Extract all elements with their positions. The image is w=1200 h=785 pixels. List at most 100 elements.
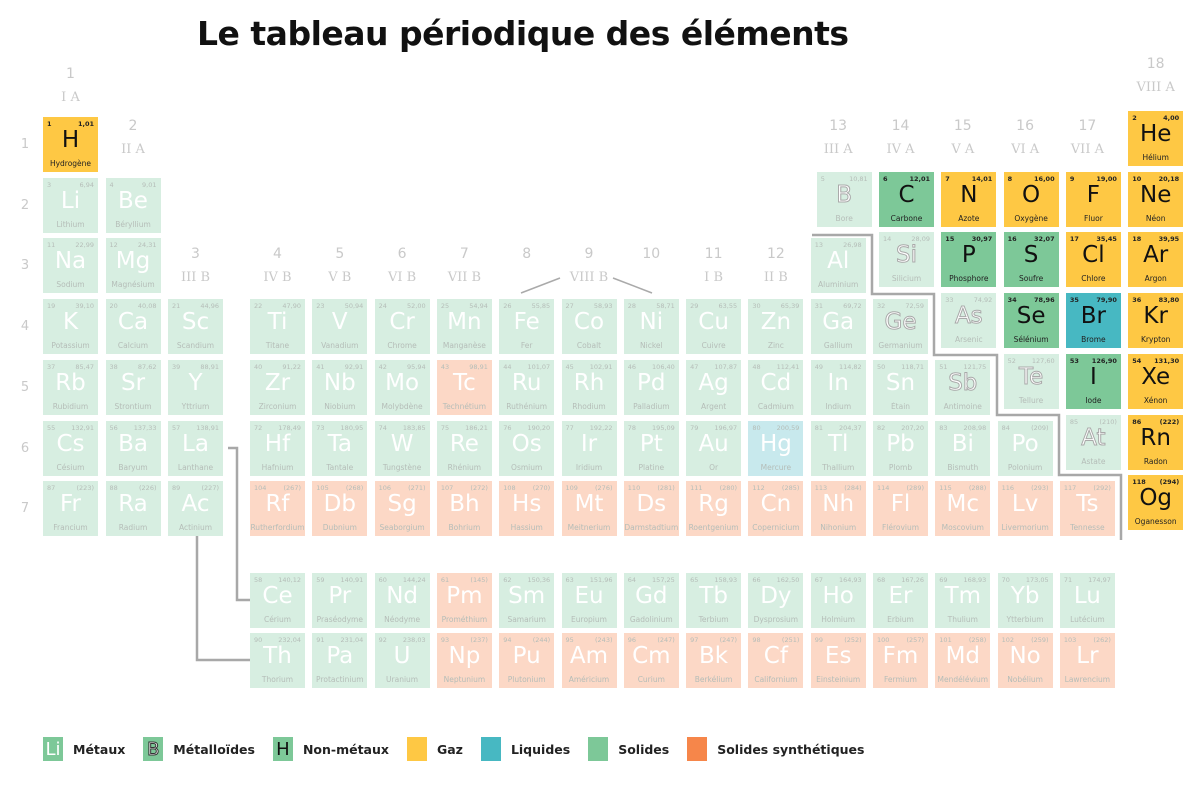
element-cell-ac[interactable]: 89 (227) Ac Actinium (168, 481, 223, 537)
element-cell-b[interactable]: 5 10,81 B Bore (816, 171, 872, 227)
element-cell-np[interactable]: 93 (237) Np Neptunium (436, 633, 492, 688)
element-cell-ti[interactable]: 22 47,90 Ti Titane (250, 299, 305, 355)
element-cell-sr[interactable]: 38 87,62 Sr Strontium (105, 359, 161, 415)
element-cell-hg[interactable]: 80 200,59 Hg Mercure (748, 420, 804, 476)
element-cell-rb[interactable]: 37 85,47 Rb Rubidium (43, 359, 98, 415)
element-cell-h[interactable]: 1 1,01 H Hydrogène (43, 117, 98, 172)
element-cell-pa[interactable]: 91 231,04 Pa Protactinium (312, 633, 368, 688)
element-cell-se[interactable]: 34 78,96 Se Sélénium (1003, 293, 1059, 349)
element-cell-re[interactable]: 75 186,21 Re Rhénium (436, 420, 492, 476)
element-cell-rn[interactable]: 86 (222) Rn Radon (1128, 414, 1184, 470)
element-cell-be[interactable]: 4 9,01 Be Béryllium (105, 177, 161, 233)
element-cell-cd[interactable]: 48 112,41 Cd Cadmium (748, 359, 804, 415)
element-cell-p[interactable]: 15 30,97 P Phosphore (941, 232, 997, 288)
element-cell-rh[interactable]: 45 102,91 Rh Rhodium (561, 359, 617, 415)
element-cell-na[interactable]: 11 22,99 Na Sodium (43, 238, 98, 294)
element-cell-cr[interactable]: 24 52,00 Cr Chrome (374, 299, 430, 355)
element-cell-ir[interactable]: 77 192,22 Ir Iridium (561, 420, 617, 476)
element-cell-th[interactable]: 90 232,04 Th Thorium (250, 633, 305, 688)
element-cell-s[interactable]: 16 32,07 S Soufre (1003, 232, 1059, 288)
element-cell-cf[interactable]: 98 (251) Cf Californium (748, 633, 804, 688)
element-cell-xe[interactable]: 54 131,30 Xe Xénon (1128, 353, 1184, 409)
element-cell-es[interactable]: 99 (252) Es Einsteinium (810, 633, 866, 688)
element-cell-rf[interactable]: 104 (267) Rf Rutherfordium (250, 481, 305, 537)
element-cell-al[interactable]: 13 26,98 Al Aluminium (810, 238, 866, 294)
element-cell-zr[interactable]: 40 91,22 Zr Zirconium (250, 359, 305, 415)
element-cell-md[interactable]: 101 (258) Md Mendélévium (935, 633, 991, 688)
element-cell-ra[interactable]: 88 (226) Ra Radium (105, 481, 161, 537)
element-cell-cm[interactable]: 96 (247) Cm Curium (623, 633, 679, 688)
element-cell-dy[interactable]: 66 162,50 Dy Dysprosium (748, 573, 804, 628)
element-cell-mo[interactable]: 42 95,94 Mo Molybdène (374, 359, 430, 415)
element-cell-fl[interactable]: 114 (289) Fl Flérovium (873, 481, 928, 537)
element-cell-hf[interactable]: 72 178,49 Hf Hafnium (250, 420, 305, 476)
element-cell-hs[interactable]: 108 (270) Hs Hassium (499, 481, 555, 537)
element-cell-bh[interactable]: 107 (272) Bh Bohrium (436, 481, 492, 537)
element-cell-i[interactable]: 53 126,90 I Iode (1065, 353, 1121, 409)
element-cell-pr[interactable]: 59 140,91 Pr Praséodyme (312, 573, 368, 628)
element-cell-ar[interactable]: 18 39,95 Ar Argon (1128, 232, 1184, 288)
element-cell-gd[interactable]: 64 157,25 Gd Gadolinium (623, 573, 679, 628)
element-cell-yb[interactable]: 70 173,05 Yb Ytterbium (997, 573, 1053, 628)
element-cell-cn[interactable]: 112 (285) Cn Copernicium (748, 481, 804, 537)
element-cell-cl[interactable]: 17 35,45 Cl Chlore (1065, 232, 1121, 288)
element-cell-w[interactable]: 74 183,85 W Tungstène (374, 420, 430, 476)
element-cell-as[interactable]: 33 74,92 As Arsenic (941, 293, 997, 349)
element-cell-ni[interactable]: 28 58,71 Ni Nickel (623, 299, 679, 355)
element-cell-pm[interactable]: 61 (145) Pm Prométhium (436, 573, 492, 628)
element-cell-ce[interactable]: 58 140,12 Ce Cérium (250, 573, 305, 628)
element-cell-tm[interactable]: 69 168,93 Tm Thulium (935, 573, 991, 628)
element-cell-ds[interactable]: 110 (281) Ds Darmstadtium (623, 481, 679, 537)
element-cell-og[interactable]: 118 (294) Og Oganesson (1128, 475, 1184, 531)
element-cell-v[interactable]: 23 50,94 V Vanadium (312, 299, 368, 355)
element-cell-ts[interactable]: 117 (292) Ts Tennesse (1059, 481, 1115, 537)
element-cell-pu[interactable]: 94 (244) Pu Plutonium (499, 633, 555, 688)
element-cell-os[interactable]: 76 190,20 Os Osmium (499, 420, 555, 476)
element-cell-nd[interactable]: 60 144,24 Nd Néodyme (374, 573, 430, 628)
element-cell-tl[interactable]: 81 204,37 Tl Thallium (810, 420, 866, 476)
element-cell-u[interactable]: 92 238,03 U Uranium (374, 633, 430, 688)
element-cell-sc[interactable]: 21 44,96 Sc Scandium (168, 299, 223, 355)
element-cell-bk[interactable]: 97 (247) Bk Berkélium (686, 633, 742, 688)
element-cell-lu[interactable]: 71 174,97 Lu Lutécium (1059, 573, 1115, 628)
element-cell-co[interactable]: 27 58,93 Co Cobalt (561, 299, 617, 355)
element-cell-kr[interactable]: 36 83,80 Kr Krypton (1128, 293, 1184, 349)
element-cell-br[interactable]: 35 79,90 Br Brome (1065, 293, 1121, 349)
element-cell-te[interactable]: 52 127,60 Te Tellure (1003, 353, 1059, 409)
element-cell-mg[interactable]: 12 24,31 Mg Magnésium (105, 238, 161, 294)
element-cell-si[interactable]: 14 28,09 Si Silicium (879, 232, 934, 288)
element-cell-pd[interactable]: 46 106,40 Pd Palladium (623, 359, 679, 415)
element-cell-ru[interactable]: 44 101,07 Ru Ruthénium (499, 359, 555, 415)
element-cell-y[interactable]: 39 88,91 Y Yttrium (168, 359, 223, 415)
element-cell-mn[interactable]: 25 54,94 Mn Manganèse (436, 299, 492, 355)
element-cell-ne[interactable]: 10 20,18 Ne Néon (1128, 171, 1184, 227)
element-cell-ta[interactable]: 73 180,95 Ta Tantale (312, 420, 368, 476)
element-cell-la[interactable]: 57 138,91 La Lanthane (168, 420, 223, 476)
element-cell-n[interactable]: 7 14,01 N Azote (941, 171, 997, 227)
element-cell-cu[interactable]: 29 63,55 Cu Cuivre (686, 299, 742, 355)
element-cell-o[interactable]: 8 16,00 O Oxygène (1003, 171, 1059, 227)
element-cell-ba[interactable]: 56 137,33 Ba Baryum (105, 420, 161, 476)
element-cell-nh[interactable]: 113 (284) Nh Nihonium (810, 481, 866, 537)
element-cell-sb[interactable]: 51 121,75 Sb Antimoine (935, 359, 991, 415)
element-cell-sn[interactable]: 50 118,71 Sn Étain (873, 359, 928, 415)
element-cell-tc[interactable]: 43 98,91 Tc Technétium (436, 359, 492, 415)
element-cell-fm[interactable]: 100 (257) Fm Fermium (873, 633, 928, 688)
element-cell-f[interactable]: 9 19,00 F Fluor (1065, 171, 1121, 227)
element-cell-li[interactable]: 3 6,94 Li Lithium (43, 177, 98, 233)
element-cell-lv[interactable]: 116 (293) Lv Livermorium (997, 481, 1053, 537)
element-cell-mc[interactable]: 115 (288) Mc Moscovium (935, 481, 991, 537)
element-cell-nb[interactable]: 41 92,91 Nb Niobium (312, 359, 368, 415)
element-cell-at[interactable]: 85 (210) At Astate (1065, 414, 1121, 470)
element-cell-tb[interactable]: 65 158,93 Tb Terbium (686, 573, 742, 628)
element-cell-er[interactable]: 68 167,26 Er Erbium (873, 573, 928, 628)
element-cell-rg[interactable]: 111 (280) Rg Roentgenium (686, 481, 742, 537)
element-cell-fr[interactable]: 87 (223) Fr Francium (43, 481, 98, 537)
element-cell-fe[interactable]: 26 55,85 Fe Fer (499, 299, 555, 355)
element-cell-ho[interactable]: 67 164,93 Ho Holmium (810, 573, 866, 628)
element-cell-ca[interactable]: 20 40,08 Ca Calcium (105, 299, 161, 355)
element-cell-ga[interactable]: 31 69,72 Ga Gallium (810, 299, 866, 355)
element-cell-sm[interactable]: 62 150,36 Sm Samarium (499, 573, 555, 628)
element-cell-zn[interactable]: 30 65,39 Zn Zinc (748, 299, 804, 355)
element-cell-eu[interactable]: 63 151,96 Eu Europium (561, 573, 617, 628)
